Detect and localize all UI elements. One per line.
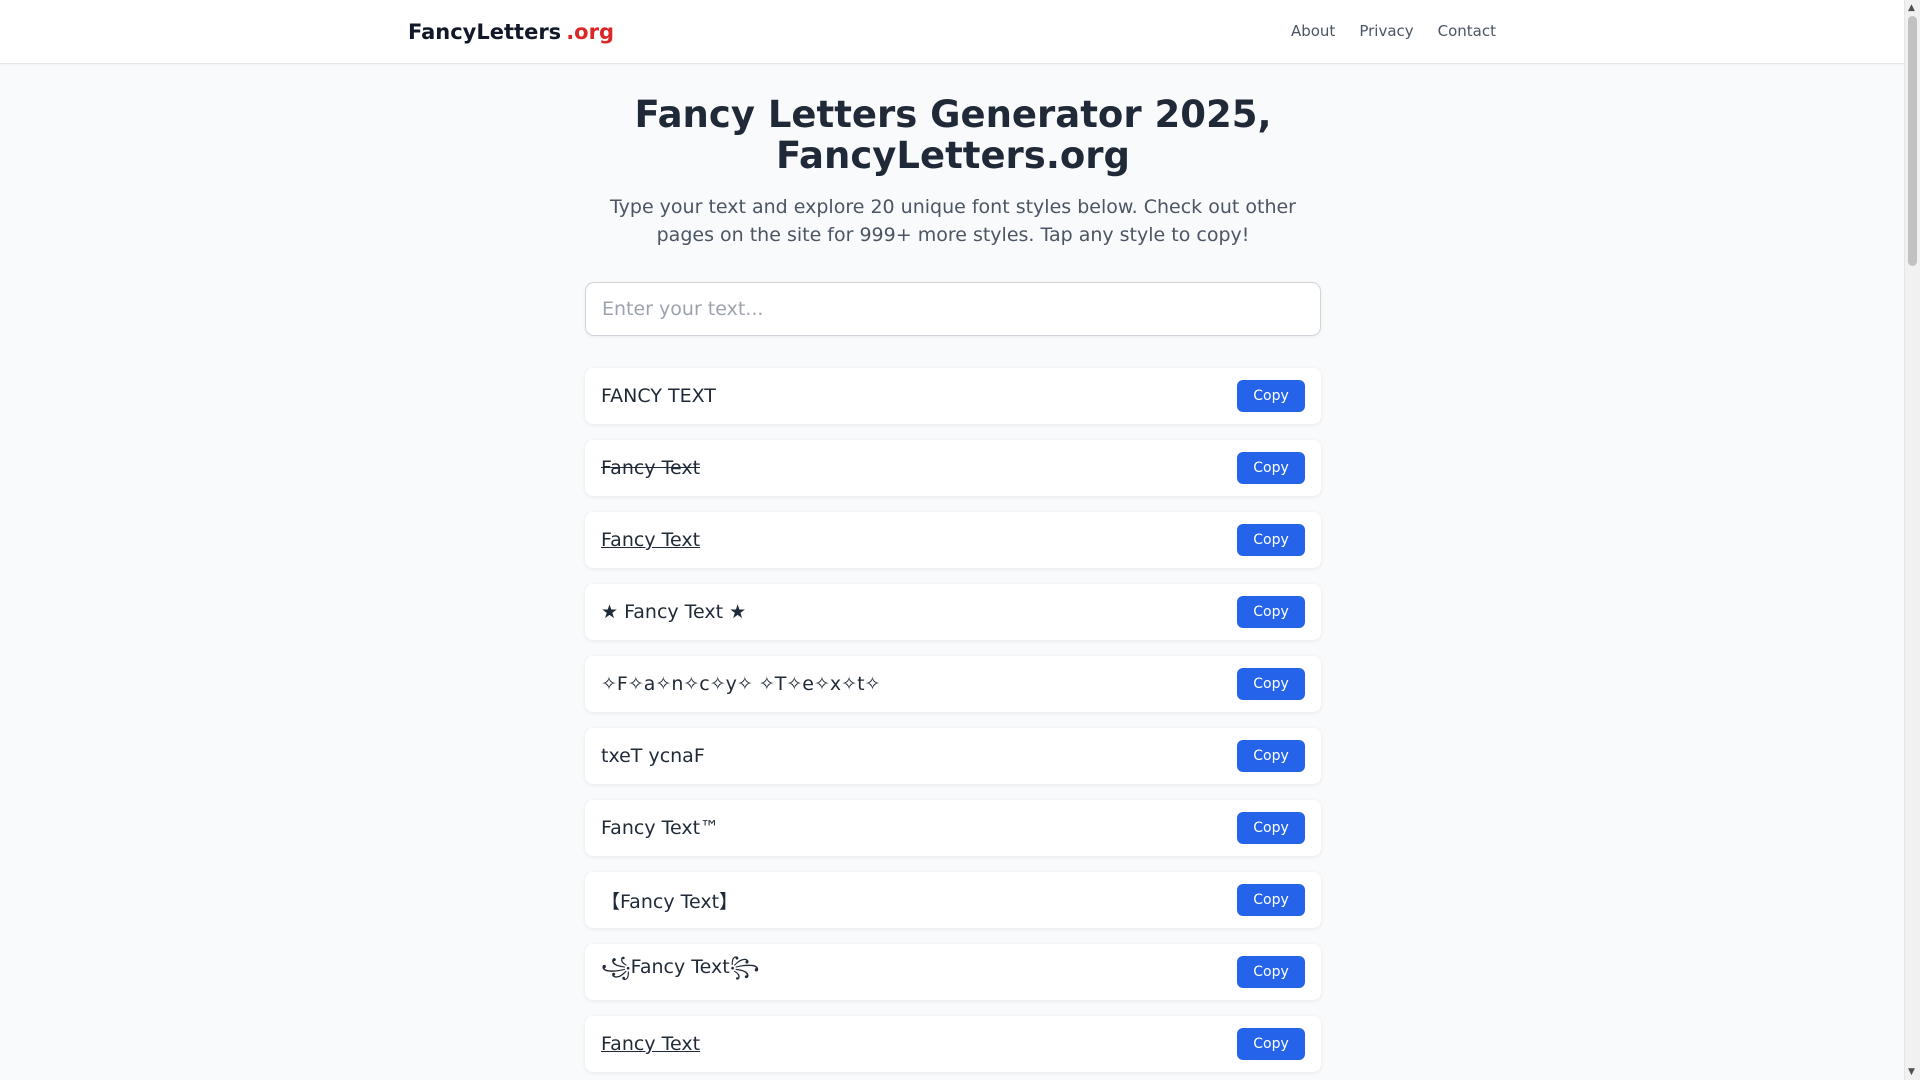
scroll-up-arrow-icon[interactable]: ▲: [1908, 3, 1915, 13]
style-card-trademark[interactable]: Fancy Text™ Copy: [585, 800, 1321, 856]
style-text: ★ Fancy Text ★: [601, 601, 747, 623]
style-card-strikethrough[interactable]: Fancy Text Copy: [585, 440, 1321, 496]
copy-button[interactable]: Copy: [1237, 380, 1305, 412]
copy-button[interactable]: Copy: [1237, 668, 1305, 700]
brand-tld[interactable]: .org: [566, 20, 614, 44]
copy-button[interactable]: Copy: [1237, 812, 1305, 844]
style-card-underline[interactable]: Fancy Text Copy: [585, 512, 1321, 568]
nav-link-about[interactable]: About: [1291, 22, 1335, 40]
scrollbar-thumb[interactable]: [1908, 16, 1917, 266]
style-card-double-underline[interactable]: Fancy Text Copy: [585, 1016, 1321, 1072]
style-card-lenticular-brackets[interactable]: 【Fancy Text】 Copy: [585, 872, 1321, 928]
text-input-wrapper: [585, 282, 1321, 336]
main-nav: About Privacy Contact: [1291, 22, 1496, 40]
vertical-scrollbar[interactable]: ▲ ▼: [1904, 0, 1920, 1080]
style-text: Fancy Text: [601, 457, 701, 479]
top-navbar: FancyLetters .org About Privacy Contact: [0, 0, 1904, 64]
style-text: Fancy Text: [601, 1033, 701, 1055]
style-card-sparkle-spaced[interactable]: ✧F✧a✧n✧c✧y✧ ✧T✧e✧x✧t✧ Copy: [585, 656, 1321, 712]
copy-button[interactable]: Copy: [1237, 596, 1305, 628]
page: FancyLetters .org About Privacy Contact F…: [0, 0, 1904, 1080]
text-input[interactable]: [586, 283, 1320, 335]
style-card-reversed[interactable]: txeT ycnaF Copy: [585, 728, 1321, 784]
brand-name[interactable]: FancyLetters: [408, 20, 561, 44]
style-card-uppercase[interactable]: FANCY TEXT Copy: [585, 368, 1321, 424]
style-card-ornate-brackets[interactable]: ꧁Fancy Text꧂ Copy: [585, 944, 1321, 1000]
style-text: Fancy Text™: [601, 817, 720, 839]
nav-link-contact[interactable]: Contact: [1438, 22, 1496, 40]
site-logo[interactable]: FancyLetters .org: [408, 20, 614, 44]
style-text: ꧁Fancy Text꧂: [601, 956, 760, 978]
copy-button[interactable]: Copy: [1237, 452, 1305, 484]
style-text: FANCY TEXT: [601, 385, 716, 407]
copy-button[interactable]: Copy: [1237, 1028, 1305, 1060]
page-title: Fancy Letters Generator 2025, FancyLette…: [634, 93, 1272, 177]
style-list: FANCY TEXT Copy Fancy Text Copy Fancy Te…: [585, 368, 1321, 1072]
style-card-stars[interactable]: ★ Fancy Text ★ Copy: [585, 584, 1321, 640]
style-text: Fancy Text: [601, 529, 701, 551]
main-content: Fancy Letters Generator 2025, FancyLette…: [585, 94, 1321, 1080]
nav-link-privacy[interactable]: Privacy: [1359, 22, 1413, 40]
style-text: txeT ycnaF: [601, 745, 705, 767]
copy-button[interactable]: Copy: [1237, 524, 1305, 556]
copy-button[interactable]: Copy: [1237, 956, 1305, 988]
page-subtitle: Type your text and explore 20 unique fon…: [610, 196, 1296, 246]
style-text: 【Fancy Text】: [601, 890, 739, 913]
scroll-down-arrow-icon[interactable]: ▼: [1908, 1067, 1915, 1077]
style-text: ✧F✧a✧n✧c✧y✧ ✧T✧e✧x✧t✧: [601, 673, 881, 695]
copy-button[interactable]: Copy: [1237, 740, 1305, 772]
copy-button[interactable]: Copy: [1237, 884, 1305, 916]
